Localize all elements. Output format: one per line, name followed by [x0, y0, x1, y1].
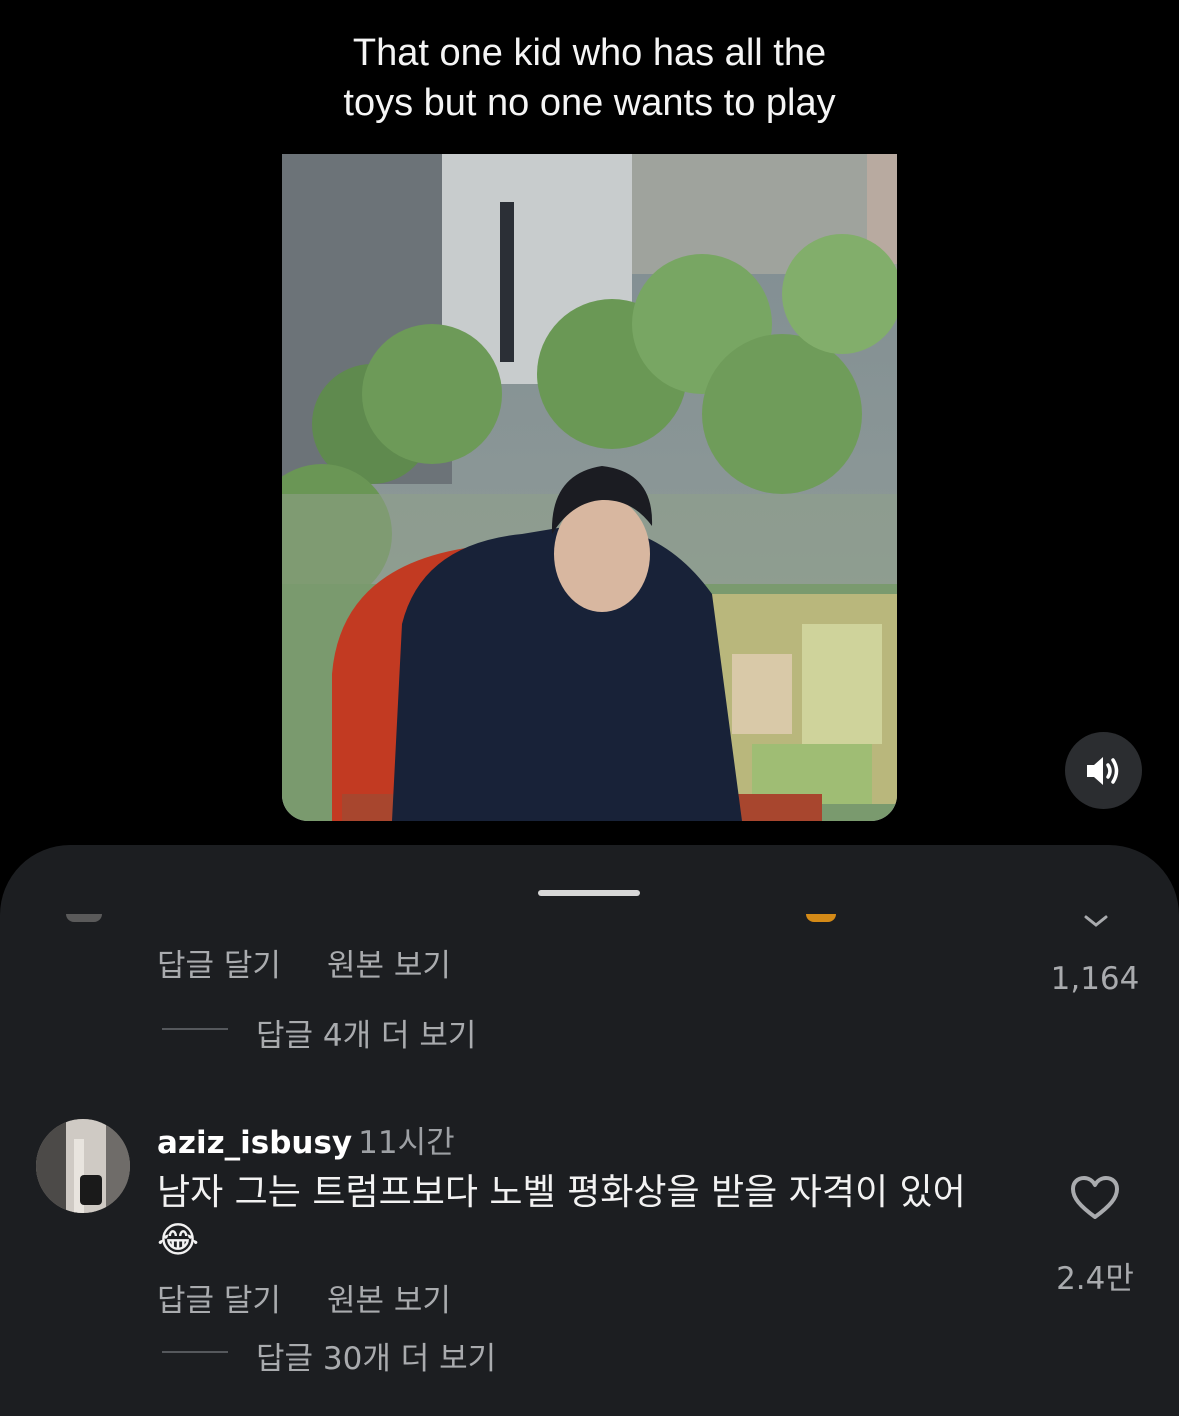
reply-button[interactable]: 답글 달기: [157, 1283, 281, 1319]
comment-header: aziz_isbusy 11시간: [157, 1117, 455, 1162]
comment-body: 남자 그는 트럼프보다 노벨 평화상을 받을 자격이 있어 😂: [157, 1169, 1017, 1265]
caption-line-1: That one kid who has all the: [352, 32, 827, 74]
comment-time: 11시간: [358, 1125, 455, 1161]
sheet-drag-handle[interactable]: [538, 890, 640, 896]
heart-icon[interactable]: [1070, 1175, 1120, 1221]
laughing-emoji: 😂: [157, 1220, 200, 1261]
reply-button[interactable]: 답글 달기: [157, 948, 281, 984]
comments-sheet[interactable]: 답글 달기 원본 보기 1,164 답글 4개 더 보기 aziz_isbusy 1…: [0, 845, 1179, 1416]
view-original-button[interactable]: 원본 보기: [327, 948, 451, 984]
speaker-volume-icon: [1086, 756, 1118, 785]
caption-line-2: toys but no one wants to play: [343, 82, 836, 124]
video-caption: That one kid who has all the toys but no…: [0, 28, 1179, 128]
chevron-down-icon: [1084, 915, 1108, 927]
view-more-replies-button[interactable]: 답글 30개 더 보기: [256, 1333, 496, 1378]
view-more-replies-button[interactable]: 답글 4개 더 보기: [256, 1010, 476, 1055]
replies-divider: [162, 1351, 228, 1353]
avatar[interactable]: [36, 1119, 130, 1213]
like-count: 2.4만: [1056, 1261, 1134, 1297]
username-link[interactable]: aziz_isbusy: [157, 1125, 352, 1161]
replies-divider: [162, 1028, 228, 1030]
comment-actions: 답글 달기 원본 보기: [157, 1275, 497, 1320]
previous-emoji-clipped: [806, 914, 836, 922]
previous-avatar-clipped: [66, 914, 102, 922]
view-original-button[interactable]: 원본 보기: [327, 1283, 451, 1319]
previous-comment-actions: 답글 달기 원본 보기: [157, 940, 497, 985]
sound-toggle-button[interactable]: [1065, 732, 1142, 809]
avatar-image: [36, 1119, 130, 1213]
comment-text: 남자 그는 트럼프보다 노벨 평화상을 받을 자격이 있어: [157, 1172, 966, 1213]
previous-like-count: 1,164: [1050, 961, 1140, 997]
video-frame: [282, 154, 897, 821]
video-player[interactable]: [282, 154, 897, 821]
